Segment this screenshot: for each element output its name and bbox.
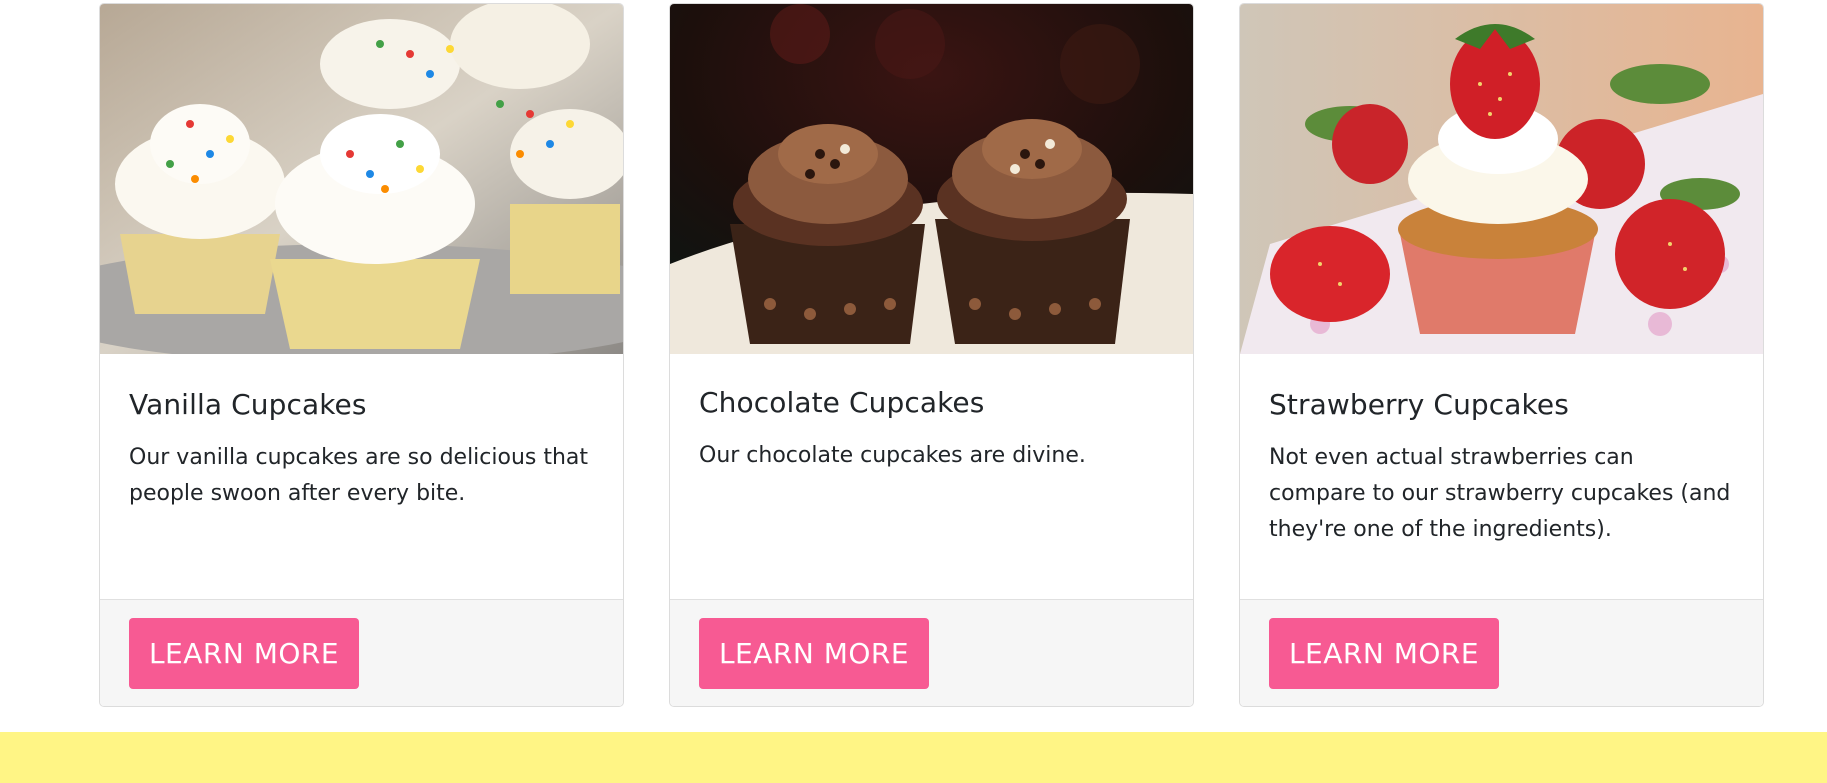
card-body: Strawberry Cupcakes Not even actual stra…	[1240, 354, 1763, 603]
card-title: Vanilla Cupcakes	[129, 388, 367, 421]
product-card-chocolate: Chocolate Cupcakes Our chocolate cupcake…	[669, 3, 1194, 707]
product-card-vanilla: Vanilla Cupcakes Our vanilla cupcakes ar…	[99, 3, 624, 707]
card-footer: LEARN MORE	[100, 599, 623, 706]
card-text: Our chocolate cupcakes are divine.	[699, 442, 1086, 468]
learn-more-button[interactable]: LEARN MORE	[1269, 618, 1499, 689]
product-cards: Vanilla Cupcakes Our vanilla cupcakes ar…	[99, 3, 1764, 707]
card-footer: LEARN MORE	[670, 599, 1193, 706]
footer-band	[0, 732, 1827, 783]
strawberry-cupcakes-image	[1240, 4, 1763, 354]
card-title: Chocolate Cupcakes	[699, 386, 985, 419]
card-body: Chocolate Cupcakes Our chocolate cupcake…	[670, 354, 1193, 603]
vanilla-cupcakes-image	[100, 4, 623, 354]
learn-more-button[interactable]: LEARN MORE	[699, 618, 929, 689]
card-title: Strawberry Cupcakes	[1269, 388, 1569, 421]
product-card-strawberry: Strawberry Cupcakes Not even actual stra…	[1239, 3, 1764, 707]
card-text: Our vanilla cupcakes are so delicious th…	[129, 444, 589, 506]
chocolate-cupcakes-image	[670, 4, 1193, 354]
card-text: Not even actual strawberries can compare…	[1269, 444, 1731, 542]
card-body: Vanilla Cupcakes Our vanilla cupcakes ar…	[100, 354, 623, 603]
learn-more-button[interactable]: LEARN MORE	[129, 618, 359, 689]
card-footer: LEARN MORE	[1240, 599, 1763, 706]
